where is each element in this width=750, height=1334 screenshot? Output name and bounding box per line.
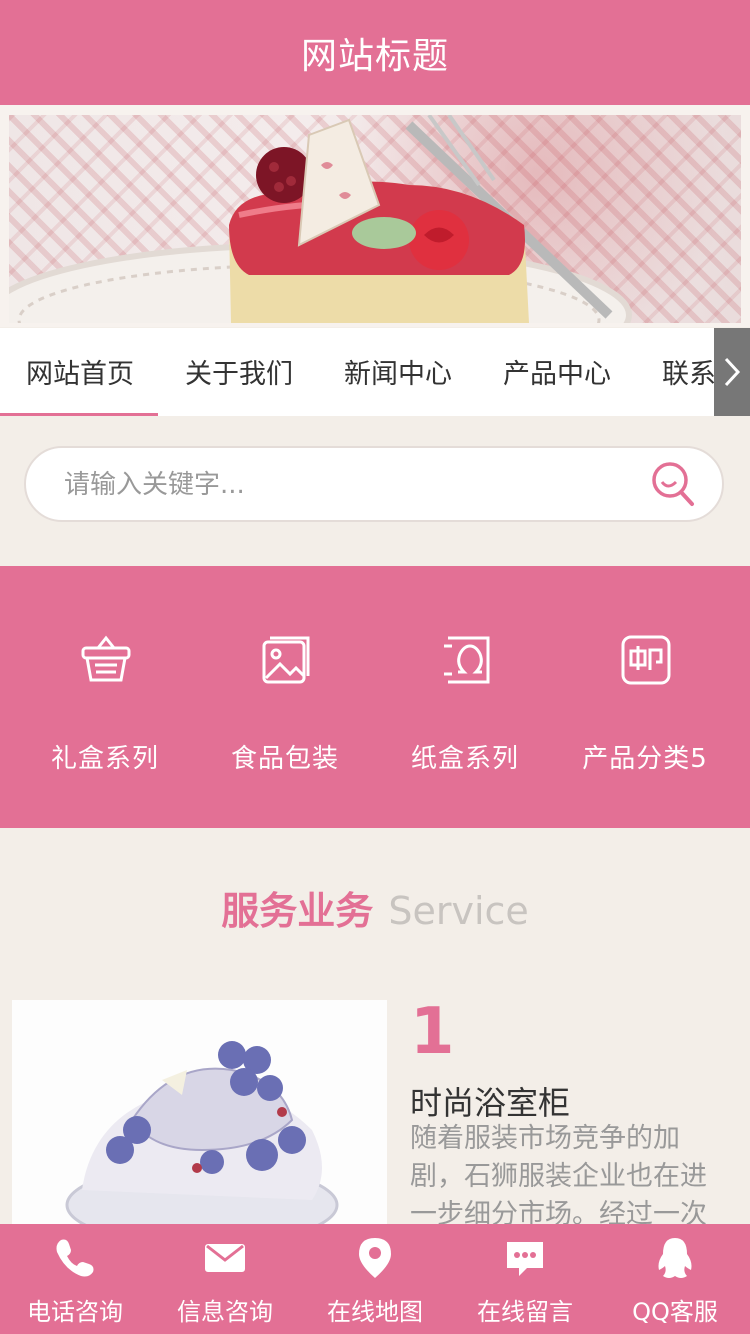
nav-item-products[interactable]: 产品中心 — [477, 328, 637, 416]
nav-item-news[interactable]: 新闻中心 — [318, 328, 478, 416]
mail-icon — [205, 1244, 245, 1272]
footer-item-label: QQ客服 — [632, 1298, 718, 1326]
service-item-number: 1 — [410, 995, 455, 1069]
category-label: 礼盒系列 — [50, 744, 159, 774]
phone-icon — [56, 1239, 94, 1277]
footer-item-map[interactable]: 在线地图 — [300, 1224, 450, 1334]
location-icon — [359, 1238, 391, 1278]
footer-item-phone[interactable]: 电话咨询 — [0, 1224, 150, 1334]
footer-item-label: 在线留言 — [477, 1298, 573, 1326]
footer-item-label: 信息咨询 — [177, 1298, 273, 1326]
search-icon — [652, 462, 694, 506]
section-title: 服务业务 Service — [0, 880, 750, 935]
category-item-gift-box[interactable]: 礼盒系列 — [15, 566, 195, 828]
banner[interactable] — [0, 105, 750, 327]
search-input[interactable] — [62, 462, 626, 508]
footer-item-label: 电话咨询 — [27, 1298, 123, 1326]
footer-bar: 电话咨询 信息咨询 在线地图 在线留言 QQ客服 — [0, 1224, 750, 1334]
chevron-right-icon — [724, 357, 741, 387]
category-grid: 礼盒系列 食品包装 纸盒系列 产品分类5 — [0, 566, 750, 828]
search-bar — [24, 446, 724, 522]
category-label: 食品包装 — [230, 744, 339, 774]
qq-icon — [658, 1238, 692, 1278]
banner-image — [9, 115, 741, 323]
category-label: 纸盒系列 — [410, 744, 519, 774]
service-item-description: 随着服装市场竞争的加剧，石狮服装企业也在进一步细分市场。经过一次 — [410, 1123, 707, 1230]
site-title: 网站标题 — [300, 35, 449, 77]
nav-active-indicator — [0, 413, 158, 416]
service-item-image[interactable] — [12, 1000, 387, 1240]
nav-scroll-right-button[interactable] — [714, 328, 750, 416]
nav-bar: 网站首页 关于我们 新闻中心 产品中心 联系我们 — [0, 328, 750, 416]
service-item-title[interactable]: 时尚浴室柜 — [410, 1078, 570, 1124]
mail-icon — [621, 635, 671, 685]
category-label: 产品分类5 — [582, 744, 708, 774]
footer-item-qq[interactable]: QQ客服 — [600, 1224, 750, 1334]
image-icon — [262, 636, 310, 684]
footer-item-guestbook[interactable]: 在线留言 — [450, 1224, 600, 1334]
basket-icon — [81, 635, 131, 682]
section-title-en: Service — [388, 889, 529, 933]
category-item-paper-box[interactable]: 纸盒系列 — [375, 566, 555, 828]
chat-icon — [507, 1242, 543, 1276]
nav-item-about[interactable]: 关于我们 — [159, 328, 319, 416]
search-button[interactable] — [650, 460, 698, 508]
nav-item-home[interactable]: 网站首页 — [0, 328, 160, 416]
omega-icon — [444, 636, 490, 684]
section-title-cn: 服务业务 — [221, 889, 374, 933]
category-item-food-packaging[interactable]: 食品包装 — [195, 566, 375, 828]
header: 网站标题 — [0, 0, 750, 105]
footer-item-label: 在线地图 — [327, 1298, 423, 1326]
category-item-product-category-5[interactable]: 产品分类5 — [555, 566, 735, 828]
footer-item-message[interactable]: 信息咨询 — [150, 1224, 300, 1334]
